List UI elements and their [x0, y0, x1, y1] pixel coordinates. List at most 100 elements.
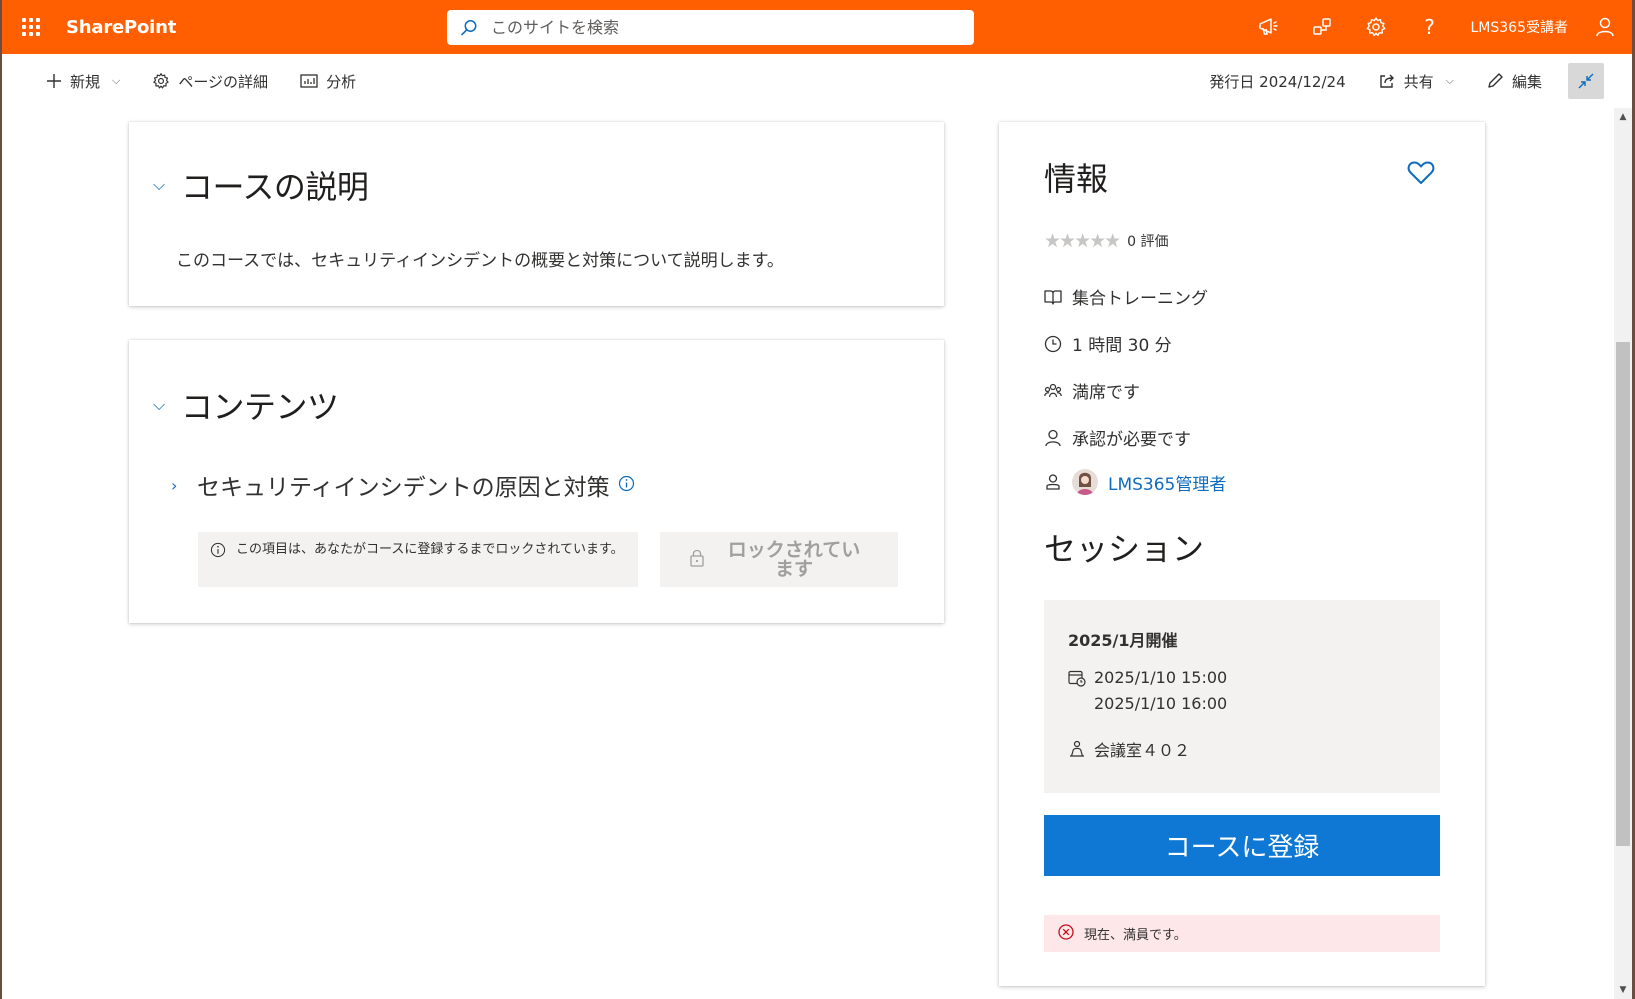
analytics-label: 分析	[326, 72, 357, 91]
page-scrollbar[interactable]: ▲ ▼	[1614, 108, 1632, 999]
contents-header[interactable]: ⌵ コンテンツ	[153, 382, 339, 428]
user-name[interactable]: LMS365受講者	[1471, 17, 1569, 37]
location-person-icon	[1068, 740, 1094, 758]
suite-bar: SharePoint ? LMS365受講者	[2, 0, 1632, 54]
search-icon	[447, 19, 491, 37]
gear-icon	[153, 73, 170, 89]
description-title: コースの説明	[181, 168, 369, 206]
locked-button: ロックされています	[660, 532, 898, 587]
command-bar-right: 発行日 2024/12/24 共有 ⌵ 編集	[1209, 54, 1604, 108]
help-button[interactable]: ?	[1403, 0, 1457, 54]
register-course-button[interactable]: コースに登録	[1044, 815, 1440, 876]
lock-notice: この項目は、あなたがコースに登録するまでロックされています。	[198, 532, 638, 587]
edit-button[interactable]: 編集	[1470, 61, 1558, 101]
duration-text: 1 時間 30 分	[1072, 336, 1172, 356]
suite-actions: ? LMS365受講者	[1241, 0, 1633, 54]
error-text: 現在、満員です。	[1084, 928, 1187, 943]
page-details-button[interactable]: ページの詳細	[136, 61, 284, 101]
approval: 承認が必要です	[1044, 425, 1191, 450]
share-icon	[1379, 74, 1394, 88]
page-details-label: ページの詳細	[178, 72, 269, 91]
person-icon	[1596, 17, 1614, 37]
rating[interactable]: ★★★★★ 0 評価	[1044, 230, 1169, 252]
full-capacity-message: 現在、満員です。	[1044, 915, 1440, 952]
duration: 1 時間 30 分	[1044, 331, 1172, 356]
contents-title: コンテンツ	[181, 388, 339, 426]
waffle-icon	[22, 18, 40, 36]
share-nodes-icon	[1312, 18, 1331, 35]
training-type: 集合トレーニング	[1044, 284, 1208, 309]
chart-icon	[300, 74, 318, 88]
locked-button-label: ロックされています	[727, 538, 861, 580]
book-icon	[1044, 289, 1072, 305]
plus-icon	[47, 74, 61, 88]
info-title: 情報	[1044, 160, 1109, 198]
person-icon	[1044, 429, 1072, 447]
new-button[interactable]: 新規 ⌵	[30, 61, 136, 101]
announcement-button[interactable]	[1241, 0, 1295, 54]
clock-icon	[1044, 335, 1072, 353]
contents-card: ⌵ コンテンツ › セキュリティインシデントの原因と対策 この項目は、あなたがコ…	[129, 340, 944, 623]
instructor-link[interactable]: LMS365管理者	[1108, 470, 1226, 495]
chevron-down-icon: ⌵	[153, 175, 166, 194]
chevron-down-icon: ⌵	[1445, 74, 1454, 87]
capacity-text: 満席です	[1072, 383, 1140, 403]
app-launcher-button[interactable]	[2, 0, 60, 54]
session-name: 2025/1月開催	[1068, 631, 1178, 650]
favorite-heart-icon[interactable]	[1407, 160, 1435, 190]
edit-label: 編集	[1511, 72, 1542, 91]
question-icon: ?	[1424, 15, 1435, 39]
analytics-button[interactable]: 分析	[284, 61, 372, 101]
session-start: 2025/1/10 15:00	[1068, 668, 1227, 687]
account-button[interactable]	[1578, 0, 1632, 54]
calendar-clock-icon	[1068, 669, 1094, 687]
info-panel: 情報 ★★★★★ 0 評価 集合トレーニング 1 時間 30 分 満席です 承認…	[999, 122, 1485, 986]
capacity: 満席です	[1044, 378, 1140, 403]
star-rating-icon[interactable]: ★★★★★	[1044, 230, 1121, 252]
avatar	[1072, 469, 1098, 495]
published-date: 発行日 2024/12/24	[1209, 72, 1346, 91]
description-header[interactable]: ⌵ コースの説明	[153, 162, 369, 208]
lock-notice-text: この項目は、あなたがコースに登録するまでロックされています。	[236, 542, 624, 557]
session-start-text: 2025/1/10 15:00	[1094, 668, 1228, 687]
search-input[interactable]	[491, 18, 931, 37]
chevron-right-icon: ›	[171, 475, 178, 495]
collapse-icon	[1578, 73, 1594, 89]
chevron-down-icon: ⌵	[153, 395, 166, 414]
my-day-button[interactable]	[1295, 0, 1349, 54]
app-name[interactable]: SharePoint	[66, 17, 176, 38]
search-box[interactable]	[447, 10, 974, 45]
error-circle-icon	[1058, 923, 1074, 944]
chevron-down-icon: ⌵	[112, 74, 121, 87]
pencil-icon	[1488, 73, 1503, 88]
content-item[interactable]: › セキュリティインシデントの原因と対策	[171, 468, 635, 502]
training-type-text: 集合トレーニング	[1072, 289, 1208, 309]
scroll-down-arrow[interactable]: ▼	[1614, 981, 1632, 999]
info-icon[interactable]	[618, 475, 635, 496]
new-label: 新規	[70, 72, 101, 91]
session-location-text: 会議室４０２	[1094, 741, 1191, 760]
collapse-button[interactable]	[1568, 63, 1604, 99]
approval-text: 承認が必要です	[1072, 430, 1191, 450]
session-end-text: 2025/1/10 16:00	[1094, 694, 1228, 713]
rating-text: 0 評価	[1127, 234, 1169, 250]
megaphone-icon	[1258, 18, 1278, 35]
gear-icon	[1366, 17, 1385, 37]
people-group-icon	[1044, 382, 1072, 400]
settings-button[interactable]	[1349, 0, 1403, 54]
session-card: 2025/1月開催 2025/1/10 15:00 2025/1/10 16:0…	[1044, 600, 1440, 793]
scroll-up-arrow[interactable]: ▲	[1614, 108, 1632, 126]
person-icon	[1044, 473, 1072, 491]
browser-window: SharePoint ? LMS365受講者	[0, 0, 1635, 999]
content-item-title: セキュリティインシデントの原因と対策	[197, 475, 610, 501]
command-bar: 新規 ⌵ ページの詳細 分析 発行日 2024/12/24 共有 ⌵ 編集	[2, 54, 1632, 108]
scroll-thumb[interactable]	[1616, 342, 1630, 846]
session-heading: セッション	[1044, 530, 1205, 568]
session-location: 会議室４０２	[1068, 737, 1190, 761]
course-description-card: ⌵ コースの説明 このコースでは、セキュリティインシデントの概要と対策について説…	[129, 122, 944, 306]
description-text: このコースでは、セキュリティインシデントの概要と対策について説明します。	[176, 251, 784, 271]
instructor: LMS365管理者	[1044, 469, 1226, 495]
info-icon	[210, 542, 226, 562]
share-button[interactable]: 共有 ⌵	[1362, 61, 1470, 101]
session-end: 2025/1/10 16:00	[1068, 694, 1227, 713]
